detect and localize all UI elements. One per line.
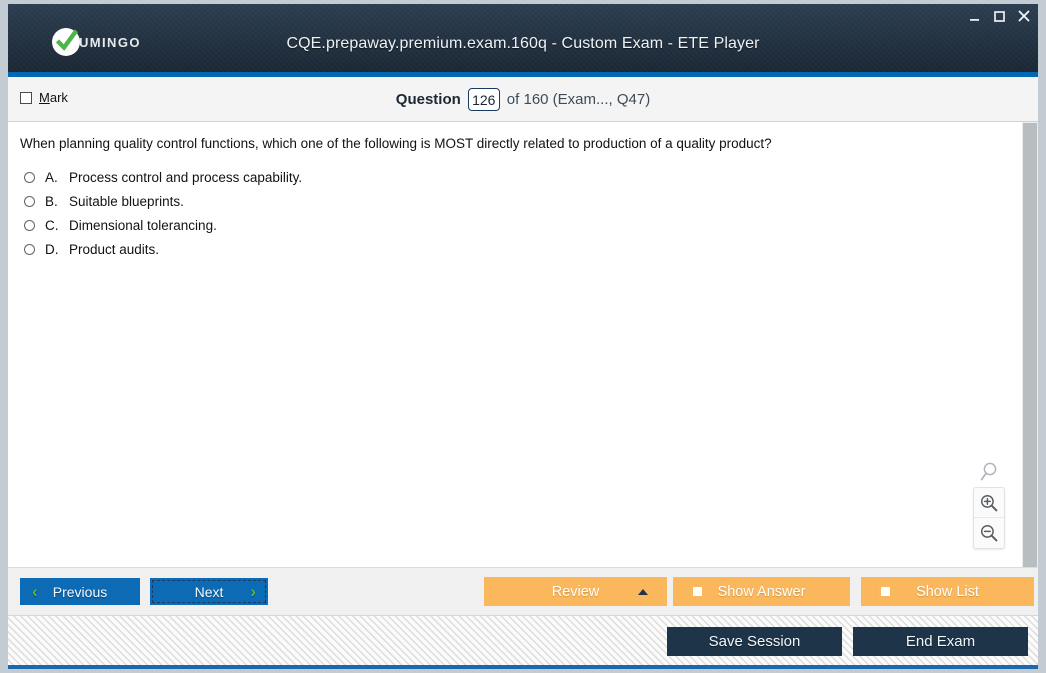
option-text: Product audits. [69, 241, 160, 257]
review-button[interactable]: Review [484, 577, 667, 606]
option-text: Dimensional tolerancing. [69, 217, 217, 233]
zoom-in-icon[interactable] [974, 488, 1004, 518]
answer-options-list: A. Process control and process capabilit… [24, 165, 302, 261]
zoom-button-group [973, 487, 1005, 549]
radio-icon[interactable] [24, 171, 35, 183]
question-number-input[interactable]: 126 [467, 88, 500, 111]
option-letter: C. [45, 217, 59, 233]
option-text: Process control and process capability. [69, 169, 303, 185]
option-letter: A. [45, 169, 58, 185]
close-icon[interactable] [1016, 8, 1032, 24]
previous-button-label: Previous [52, 583, 108, 600]
next-button[interactable]: Next › [150, 578, 268, 605]
answer-option-d[interactable]: D. Product audits. [24, 237, 302, 261]
next-button-label: Next [194, 583, 224, 600]
minimize-icon[interactable] [966, 8, 982, 24]
footer-bar: Save Session End Exam [8, 615, 1038, 668]
footer-accent-stripe [8, 665, 1038, 669]
show-list-button[interactable]: Show List [861, 577, 1034, 606]
option-text: Suitable blueprints. [69, 193, 184, 209]
save-session-button-label: Save Session [708, 633, 801, 650]
title-bar: UMINGO CQE.prepaway.premium.exam.160q - … [8, 4, 1038, 72]
show-answer-button[interactable]: Show Answer [673, 577, 850, 606]
magnifier-icon[interactable] [973, 461, 1005, 483]
scrollbar-thumb[interactable] [1023, 123, 1037, 567]
maximize-icon[interactable] [991, 8, 1007, 24]
window-title: CQE.prepaway.premium.exam.160q - Custom … [286, 35, 760, 52]
answer-option-a[interactable]: A. Process control and process capabilit… [24, 165, 302, 189]
logo-wordmark: UMINGO [79, 34, 141, 50]
chevron-up-icon [638, 588, 648, 595]
chevron-right-icon: › [250, 582, 256, 601]
zoom-tools [973, 461, 1005, 549]
previous-button[interactable]: ‹ Previous [20, 578, 140, 605]
question-word-label: Question [395, 91, 461, 108]
zoom-out-icon[interactable] [974, 518, 1004, 548]
question-text: When planning quality control functions,… [20, 136, 772, 151]
chevron-left-icon: ‹ [32, 582, 38, 601]
navigation-bar: ‹ Previous Next › Review Show Answer Sho… [8, 567, 1038, 615]
radio-icon[interactable] [24, 195, 35, 207]
option-letter: D. [45, 241, 59, 257]
radio-icon[interactable] [24, 243, 35, 255]
window-controls [966, 8, 1032, 24]
radio-icon[interactable] [24, 219, 35, 231]
content-scrollbar[interactable] [1022, 122, 1038, 567]
end-exam-button-label: End Exam [905, 633, 976, 650]
checkmark-icon [52, 28, 80, 56]
review-button-label: Review [551, 583, 600, 600]
answer-option-c[interactable]: C. Dimensional tolerancing. [24, 213, 302, 237]
exam-player-window: UMINGO CQE.prepaway.premium.exam.160q - … [0, 0, 1046, 673]
question-total-label: of 160 (Exam..., Q47) [506, 91, 651, 108]
question-content-panel: When planning quality control functions,… [8, 122, 1038, 567]
show-list-button-label: Show List [916, 583, 979, 600]
square-icon [879, 585, 892, 598]
show-answer-button-label: Show Answer [717, 583, 806, 600]
question-info-bar: Mark Question 126 of 160 (Exam..., Q47) [8, 77, 1038, 122]
answer-option-b[interactable]: B. Suitable blueprints. [24, 189, 302, 213]
question-counter: Question 126 of 160 (Exam..., Q47) [8, 88, 1038, 111]
option-letter: B. [45, 193, 58, 209]
square-icon [691, 585, 704, 598]
save-session-button[interactable]: Save Session [667, 627, 842, 656]
end-exam-button[interactable]: End Exam [853, 627, 1028, 656]
